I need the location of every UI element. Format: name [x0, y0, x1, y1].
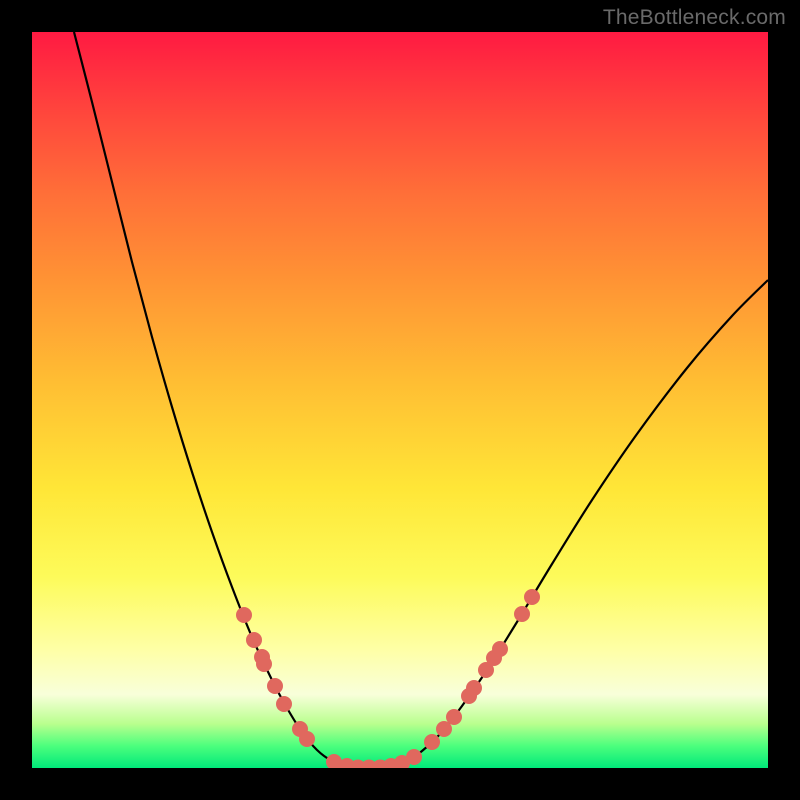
curve-marker [236, 607, 252, 623]
curve-marker [246, 632, 262, 648]
curve-marker [514, 606, 530, 622]
watermark-text: TheBottleneck.com [603, 6, 786, 30]
curve-marker [446, 709, 462, 725]
chart-plot-area [32, 32, 768, 768]
curve-marker [492, 641, 508, 657]
curve-marker [299, 731, 315, 747]
curve-marker [256, 656, 272, 672]
curve-marker [524, 589, 540, 605]
curve-marker [267, 678, 283, 694]
curve-marker [276, 696, 292, 712]
curve-marker [406, 749, 422, 765]
curve-line [74, 32, 768, 768]
curve-path-group [74, 32, 768, 768]
curve-marker [424, 734, 440, 750]
chart-frame: TheBottleneck.com [0, 0, 800, 800]
chart-svg [32, 32, 768, 768]
curve-markers [236, 589, 540, 768]
curve-marker [466, 680, 482, 696]
